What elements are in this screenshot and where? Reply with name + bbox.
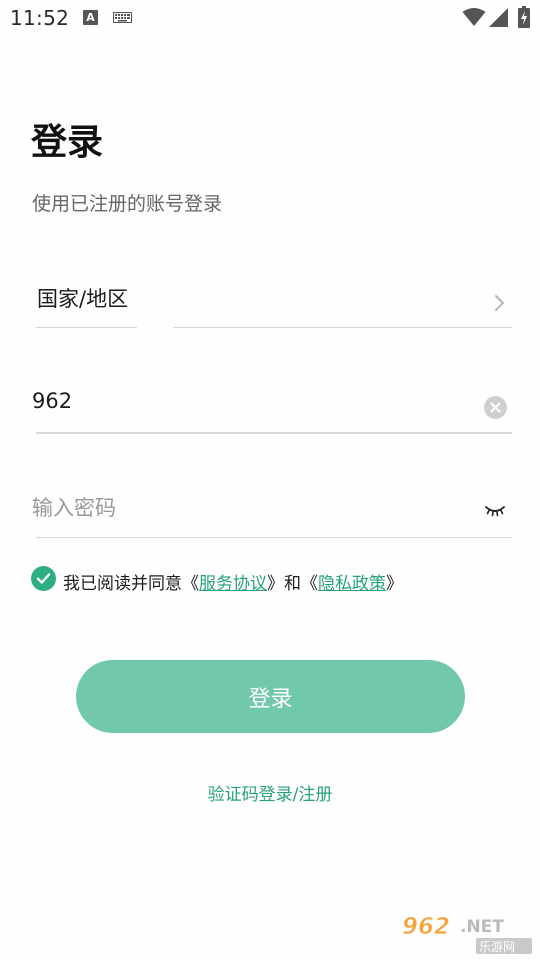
check-icon [36, 573, 51, 584]
status-bar: 11:52 A [0, 0, 540, 36]
site-watermark-logo: 962 .NET 乐游网 [402, 914, 532, 954]
notification-a-icon: A [83, 10, 98, 25]
eye-closed-icon[interactable] [484, 504, 506, 518]
login-button[interactable]: 登录 [76, 660, 465, 733]
agreement-suffix: 》 [386, 574, 403, 594]
agreement-checkbox[interactable] [31, 566, 56, 591]
agreement-middle: 》和《 [267, 574, 318, 594]
region-selector-label[interactable]: 国家/地区 [37, 283, 128, 313]
phone-input[interactable]: 962 [32, 389, 72, 413]
battery-icon [518, 6, 530, 28]
svg-text:962: 962 [402, 914, 450, 940]
close-icon [490, 402, 501, 413]
password-underline [36, 537, 512, 538]
keyboard-icon [113, 12, 132, 23]
privacy-policy-link[interactable]: 隐私政策 [318, 574, 386, 594]
svg-text:乐游网: 乐游网 [479, 940, 515, 954]
phone-underline [36, 432, 512, 434]
status-clock: 11:52 [10, 6, 70, 30]
page-subtitle: 使用已注册的账号登录 [32, 193, 223, 215]
wifi-icon [462, 8, 486, 26]
page-title: 登录 [31, 122, 104, 163]
region-code-underline[interactable] [173, 327, 512, 328]
agreement-text: 我已阅读并同意《服务协议》和《隐私政策》 [63, 569, 403, 594]
chevron-right-icon[interactable] [493, 293, 507, 313]
clear-icon[interactable] [484, 396, 507, 419]
svg-text:.NET: .NET [460, 917, 504, 937]
sms-login-register-link[interactable]: 验证码登录/注册 [0, 780, 540, 805]
signal-icon [489, 8, 508, 27]
password-input[interactable] [30, 490, 474, 526]
region-underline [36, 327, 137, 328]
terms-of-service-link[interactable]: 服务协议 [199, 574, 267, 594]
agreement-prefix: 我已阅读并同意《 [63, 574, 199, 594]
